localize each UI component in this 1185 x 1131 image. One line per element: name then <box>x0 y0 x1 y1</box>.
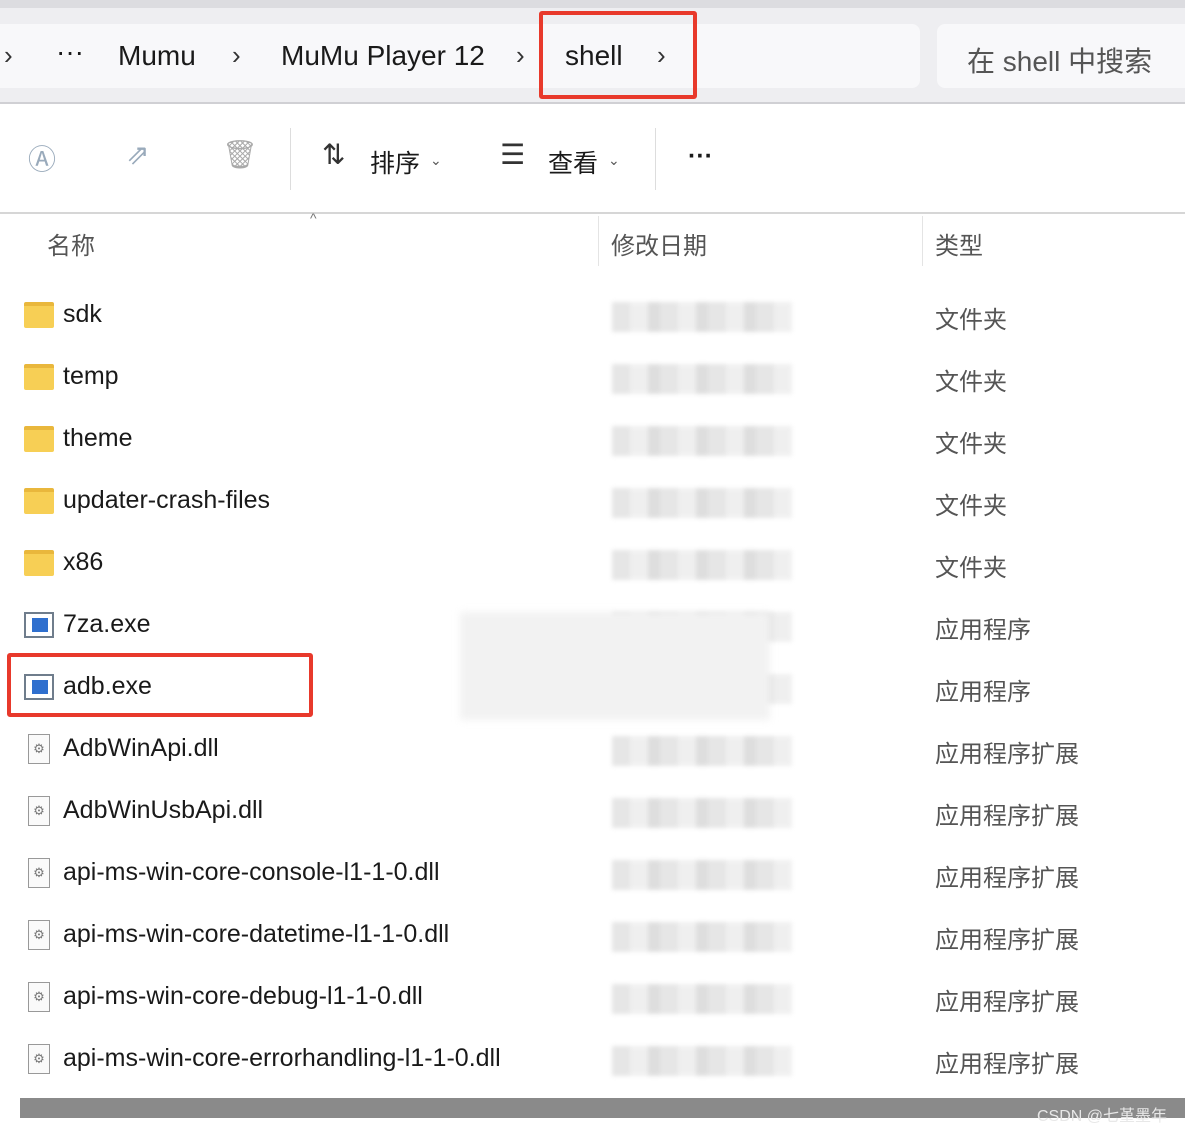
file-row[interactable]: theme 文件夹 <box>0 410 1185 472</box>
chevron-down-icon[interactable]: ⌄ <box>430 152 442 169</box>
chevron-right-icon[interactable]: › <box>232 40 241 71</box>
file-name: theme <box>63 424 133 452</box>
watermark: CSDN @七堇墨年 <box>1036 1108 1167 1125</box>
modified-date-redacted <box>612 860 792 890</box>
sort-button[interactable]: 排序 <box>370 144 420 180</box>
file-type: 文件夹 <box>935 493 1007 520</box>
redacted-area <box>460 612 770 720</box>
modified-date-redacted <box>612 922 792 952</box>
trash-icon[interactable]: 🗑 <box>222 138 258 171</box>
breadcrumb-mumu-player[interactable]: MuMu Player 12 <box>281 40 485 72</box>
window-top-strip <box>0 0 1185 8</box>
file-name: api-ms-win-core-debug-l1-1-0.dll <box>63 982 423 1010</box>
file-name: api-ms-win-core-console-l1-1-0.dll <box>63 858 440 886</box>
chevron-down-icon[interactable]: ⌄ <box>608 152 620 169</box>
divider <box>290 128 291 190</box>
folder-icon <box>24 488 54 514</box>
view-icon[interactable]: ☰ <box>500 138 525 171</box>
modified-date-redacted <box>612 426 792 456</box>
file-type: 文件夹 <box>935 369 1007 396</box>
highlight-box-adb <box>7 653 313 717</box>
dll-file-icon: ⚙ <box>28 920 50 950</box>
file-row[interactable]: ⚙ AdbWinUsbApi.dll 应用程序扩展 <box>0 782 1185 844</box>
file-row[interactable]: ⚙ api-ms-win-core-errorhandling-l1-1-0.dl… <box>0 1030 1185 1092</box>
share-icon[interactable]: ⇗ <box>126 138 149 171</box>
column-divider[interactable] <box>598 216 599 266</box>
file-type: 应用程序扩展 <box>935 927 1079 954</box>
sort-ascending-icon: ^ <box>310 210 317 226</box>
modified-date-redacted <box>612 1046 792 1076</box>
modified-date-redacted <box>612 302 792 332</box>
more-options-button[interactable]: ··· <box>688 142 713 171</box>
modified-date-redacted <box>612 736 792 766</box>
file-name: sdk <box>63 300 102 328</box>
modified-date-redacted <box>612 984 792 1014</box>
file-row[interactable]: sdk 文件夹 <box>0 286 1185 348</box>
file-name: AdbWinUsbApi.dll <box>63 796 264 824</box>
file-type: 文件夹 <box>935 307 1007 334</box>
breadcrumb-mumu[interactable]: Mumu <box>118 40 196 72</box>
search-input[interactable]: 在 shell 中搜索 <box>937 24 1185 88</box>
modified-date-redacted <box>612 798 792 828</box>
file-type: 应用程序扩展 <box>935 865 1079 892</box>
file-type: 应用程序扩展 <box>935 741 1079 768</box>
divider <box>655 128 656 190</box>
file-row[interactable]: ⚙ api-ms-win-core-datetime-l1-1-0.dll 应用程序… <box>0 906 1185 968</box>
file-type: 文件夹 <box>935 431 1007 458</box>
column-header-name[interactable]: 名称 <box>47 226 95 261</box>
file-name: updater-crash-files <box>63 486 271 514</box>
modified-date-redacted <box>612 364 792 394</box>
file-name: AdbWinApi.dll <box>63 734 219 762</box>
file-type: 应用程序 <box>935 617 1031 644</box>
sort-icon[interactable]: ⇅ <box>322 138 345 171</box>
folder-icon <box>24 364 54 390</box>
folder-icon <box>24 426 54 452</box>
chevron-right-icon[interactable]: › <box>4 40 13 71</box>
dll-file-icon: ⚙ <box>28 796 50 826</box>
dll-file-icon: ⚙ <box>28 982 50 1012</box>
breadcrumb-ellipsis[interactable]: ··· <box>56 36 84 68</box>
file-name: temp <box>63 362 119 390</box>
file-row[interactable]: ⚙ api-ms-win-core-console-l1-1-0.dll 应用程序扩… <box>0 844 1185 906</box>
file-type: 应用程序 <box>935 679 1031 706</box>
folder-icon <box>24 550 54 576</box>
dll-file-icon: ⚙ <box>28 858 50 888</box>
chevron-right-icon[interactable]: › <box>516 40 525 71</box>
column-header-type[interactable]: 类型 <box>935 226 983 261</box>
dll-file-icon: ⚙ <box>28 734 50 764</box>
view-button[interactable]: 查看 <box>548 144 598 180</box>
folder-icon <box>24 302 54 328</box>
file-row[interactable]: ⚙ api-ms-win-core-debug-l1-1-0.dll 应用程序扩展 <box>0 968 1185 1030</box>
column-header-modified[interactable]: 修改日期 <box>611 226 707 261</box>
file-type: 应用程序扩展 <box>935 1051 1079 1078</box>
file-type: 文件夹 <box>935 555 1007 582</box>
file-type: 应用程序扩展 <box>935 803 1079 830</box>
file-name: api-ms-win-core-errorhandling-l1-1-0.dll <box>63 1044 501 1072</box>
modified-date-redacted <box>612 488 792 518</box>
horizontal-scrollbar[interactable] <box>20 1098 1185 1118</box>
file-type: 应用程序扩展 <box>935 989 1079 1016</box>
file-row[interactable]: temp 文件夹 <box>0 348 1185 410</box>
file-row[interactable]: x86 文件夹 <box>0 534 1185 596</box>
modified-date-redacted <box>612 550 792 580</box>
file-name: x86 <box>63 548 104 576</box>
highlight-box-shell <box>539 11 697 99</box>
file-name: 7za.exe <box>63 610 151 638</box>
file-row[interactable]: ⚙ AdbWinApi.dll 应用程序扩展 <box>0 720 1185 782</box>
dll-file-icon: ⚙ <box>28 1044 50 1074</box>
file-row[interactable]: updater-crash-files 文件夹 <box>0 472 1185 534</box>
column-divider[interactable] <box>922 216 923 266</box>
application-icon <box>24 612 54 638</box>
rename-icon[interactable]: Ⓐ <box>28 138 56 178</box>
file-name: api-ms-win-core-datetime-l1-1-0.dll <box>63 920 450 948</box>
